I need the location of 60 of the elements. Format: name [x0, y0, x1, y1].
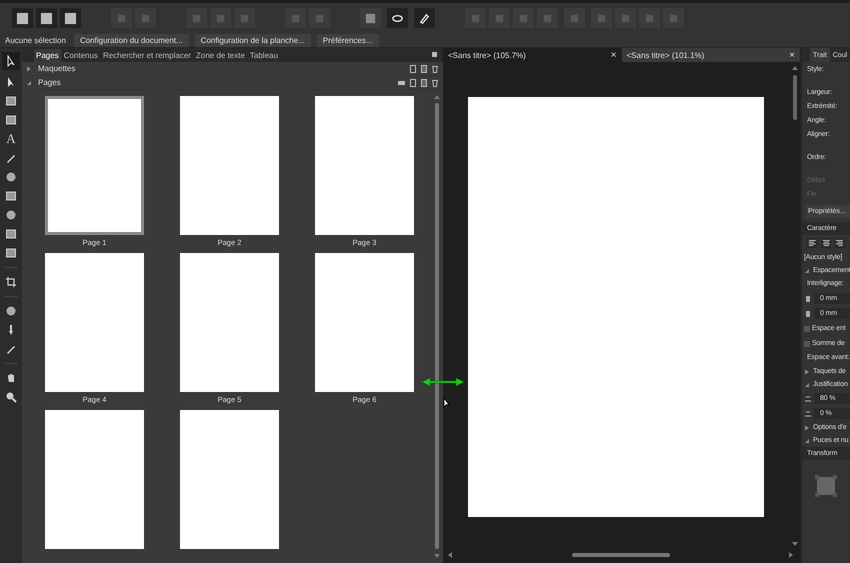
image-icon[interactable]	[4, 227, 18, 241]
toolbar-button[interactable]	[60, 8, 81, 28]
page-thumbnail[interactable]	[180, 96, 279, 235]
context-button[interactable]: Configuration du document...	[74, 34, 189, 46]
page-thumbnail[interactable]	[180, 253, 279, 392]
disclosure-icon[interactable]	[804, 438, 810, 444]
disclosure-icon[interactable]	[26, 66, 32, 72]
panel-tab[interactable]: Rechercher et remplacer	[100, 48, 193, 62]
disclosure-icon[interactable]	[804, 382, 810, 388]
blob-icon[interactable]	[4, 170, 18, 184]
checkbox[interactable]	[804, 326, 810, 332]
panel-tab[interactable]: Contenus	[62, 48, 100, 62]
pointer-icon[interactable]	[2, 52, 20, 70]
resize-cursor-icon	[420, 377, 466, 387]
section-title: Maquettes	[38, 64, 76, 73]
toolbar-button[interactable]	[387, 8, 408, 28]
page-thumbnail[interactable]	[180, 410, 279, 549]
scroll-down-icon[interactable]	[792, 541, 798, 547]
disclosure-icon[interactable]	[26, 80, 32, 86]
align-right-icon[interactable]	[834, 238, 846, 248]
page-thumbnail[interactable]	[45, 253, 144, 392]
toolbar-button[interactable]	[414, 8, 435, 28]
panel-tab[interactable]: Pages	[34, 48, 61, 62]
checkbox[interactable]	[804, 340, 810, 346]
crop-icon[interactable]	[4, 275, 18, 289]
align-left-icon[interactable]	[807, 238, 818, 248]
selection-status: Aucune sélection	[5, 36, 66, 44]
scroll-thumb[interactable]	[435, 103, 439, 549]
trash-icon[interactable]	[431, 64, 439, 72]
text-tool[interactable]: A	[4, 132, 18, 146]
scroll-down-icon[interactable]	[434, 553, 440, 559]
circle-icon[interactable]	[4, 208, 18, 222]
page-thumbnail[interactable]	[45, 410, 144, 549]
split-icon[interactable]	[398, 78, 406, 86]
scroll-up-icon[interactable]	[792, 65, 798, 71]
scroll-right-icon[interactable]	[788, 552, 794, 558]
disclosure-icon[interactable]	[804, 268, 810, 274]
panel-tab[interactable]: Tableau	[248, 48, 280, 62]
magnifier-icon[interactable]	[4, 390, 18, 404]
disclosure-icon[interactable]	[804, 424, 810, 430]
document-tab[interactable]: <Sans titre> (105.7%) ×	[443, 48, 622, 62]
menu-icon[interactable]	[431, 51, 439, 59]
transform-icon	[814, 474, 838, 498]
disclosure-icon[interactable]	[804, 368, 810, 374]
document-tab[interactable]: <Sans titre> (101.1%) ×	[622, 48, 800, 62]
page-thumbnail[interactable]	[315, 96, 414, 235]
context-button[interactable]: Préférences...	[316, 34, 379, 46]
align-center-icon[interactable]	[820, 238, 832, 248]
scroll-left-icon[interactable]	[447, 552, 453, 558]
scroll-up-icon[interactable]	[434, 94, 440, 100]
scroll-thumb[interactable]	[793, 75, 797, 120]
context-button[interactable]: Configuration de la planche...	[194, 34, 311, 46]
scroll-thumb[interactable]	[572, 553, 670, 557]
panel-tab[interactable]: Zone de texte	[194, 48, 247, 62]
toolbar-button[interactable]	[12, 8, 33, 28]
trash-icon[interactable]	[431, 78, 439, 86]
section-title: Pages	[38, 78, 61, 87]
page-thumbnail[interactable]	[45, 96, 144, 235]
toolbar-button[interactable]	[36, 8, 57, 28]
page-thumbnail[interactable]	[315, 253, 414, 392]
